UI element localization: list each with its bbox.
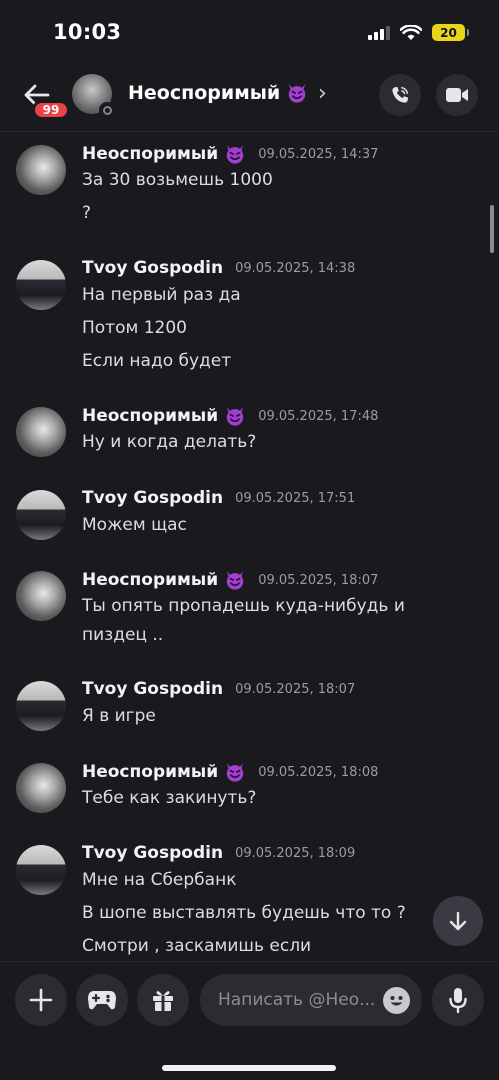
message-author[interactable]: Tvoy Gospodin (82, 679, 223, 699)
message-author[interactable]: Неоспоримый (82, 570, 218, 590)
message-text[interactable]: На первый раз да (82, 285, 241, 305)
avatar[interactable] (16, 681, 66, 731)
voice-message-button[interactable] (432, 974, 484, 1026)
message-header: Tvoy Gospodin 09.05.2025, 17:51 (82, 488, 355, 508)
arrow-down-icon (449, 911, 467, 931)
message-text[interactable]: В шопе выставлять будешь что то ? (82, 903, 406, 923)
plus-icon (29, 988, 53, 1012)
message-text[interactable]: пиздец .. (82, 625, 163, 645)
status-icons: 20 (368, 24, 469, 41)
message-timestamp: 09.05.2025, 18:07 (258, 572, 379, 588)
message-author[interactable]: Tvoy Gospodin (82, 488, 223, 508)
message-timestamp: 09.05.2025, 17:48 (258, 408, 379, 424)
message-text[interactable]: Смотри , заскамишь если (82, 936, 311, 956)
avatar[interactable] (16, 763, 66, 813)
message-author[interactable]: Tvoy Gospodin (82, 843, 223, 863)
jump-to-bottom-button[interactable] (433, 896, 483, 946)
message-input-placeholder: Написать @Нео... (218, 990, 376, 1010)
smiling-devil-icon (226, 406, 244, 426)
gift-icon (153, 991, 173, 1011)
message-timestamp: 09.05.2025, 18:09 (235, 845, 356, 861)
message-text[interactable]: Ты опять пропадешь куда-нибудь и (82, 596, 405, 616)
smiling-devil-icon (288, 83, 306, 103)
message-header: Неоспоримый 09.05.2025, 17:48 (82, 405, 378, 427)
message-text[interactable]: Тебе как закинуть? (82, 788, 256, 808)
avatar[interactable] (16, 260, 66, 310)
message-list[interactable]: Неоспоримый 09.05.2025, 14:37 За 30 возь… (0, 133, 499, 961)
phone-icon (392, 86, 409, 103)
avatar[interactable] (16, 490, 66, 540)
emoji-picker-button[interactable] (383, 987, 410, 1014)
message-author[interactable]: Неоспоримый (82, 406, 218, 426)
message-text[interactable]: Потом 1200 (82, 318, 187, 338)
voice-call-button[interactable] (379, 74, 421, 116)
avatar[interactable] (16, 145, 66, 195)
message-text[interactable]: Ну и когда делать? (82, 432, 256, 452)
microphone-icon (449, 988, 467, 1014)
message-header: Неоспоримый 09.05.2025, 14:37 (82, 143, 378, 165)
emoji-icon (390, 996, 403, 1006)
message-text[interactable]: ? (82, 203, 91, 223)
message-timestamp: 09.05.2025, 14:37 (258, 146, 379, 162)
scrollbar[interactable] (490, 205, 494, 253)
video-call-button[interactable] (436, 74, 478, 116)
message-header: Неоспоримый 09.05.2025, 18:07 (82, 569, 378, 591)
offline-status-icon (99, 102, 115, 118)
gamepad-icon (88, 991, 116, 1010)
message-input[interactable]: Написать @Нео... (200, 974, 422, 1026)
message-timestamp: 09.05.2025, 18:07 (235, 681, 356, 697)
chat-header: 99 Неоспоримый › (0, 66, 499, 132)
message-text[interactable]: За 30 возьмешь 1000 (82, 170, 273, 190)
chevron-right-icon[interactable]: › (318, 81, 327, 106)
gift-button[interactable] (137, 974, 189, 1026)
smiling-devil-icon (226, 570, 244, 590)
smiling-devil-icon (226, 144, 244, 164)
contact-name[interactable]: Неоспоримый (128, 82, 308, 104)
message-timestamp: 09.05.2025, 18:08 (258, 764, 379, 780)
message-text[interactable]: Я в игре (82, 706, 156, 726)
message-timestamp: 09.05.2025, 14:38 (235, 260, 356, 276)
message-author[interactable]: Неоспоримый (82, 762, 218, 782)
status-bar: 10:03 20 (0, 0, 499, 66)
avatar[interactable] (16, 845, 66, 895)
message-header: Tvoy Gospodin 09.05.2025, 18:09 (82, 843, 355, 863)
contact-name-label: Неоспоримый (128, 82, 281, 104)
attach-button[interactable] (15, 974, 67, 1026)
status-time: 10:03 (53, 20, 122, 44)
message-text[interactable]: Если надо будет (82, 351, 231, 371)
message-header: Неоспоримый 09.05.2025, 18:08 (82, 761, 378, 783)
message-text[interactable]: Можем щас (82, 515, 187, 535)
message-composer: Написать @Нео... (0, 961, 499, 1080)
unread-badge: 99 (32, 100, 70, 120)
cellular-signal-icon (368, 25, 390, 40)
video-camera-icon (446, 88, 468, 102)
message-text[interactable]: Мне на Сбербанк (82, 870, 236, 890)
message-author[interactable]: Tvoy Gospodin (82, 258, 223, 278)
battery-icon: 20 (432, 24, 469, 41)
avatar[interactable] (16, 407, 66, 457)
activities-button[interactable] (76, 974, 128, 1026)
smiling-devil-icon (226, 762, 244, 782)
message-header: Tvoy Gospodin 09.05.2025, 18:07 (82, 679, 355, 699)
message-header: Tvoy Gospodin 09.05.2025, 14:38 (82, 258, 355, 278)
wifi-icon (400, 24, 422, 40)
avatar[interactable] (16, 571, 66, 621)
message-author[interactable]: Неоспоримый (82, 144, 218, 164)
message-timestamp: 09.05.2025, 17:51 (235, 490, 356, 506)
home-indicator[interactable] (162, 1065, 336, 1071)
